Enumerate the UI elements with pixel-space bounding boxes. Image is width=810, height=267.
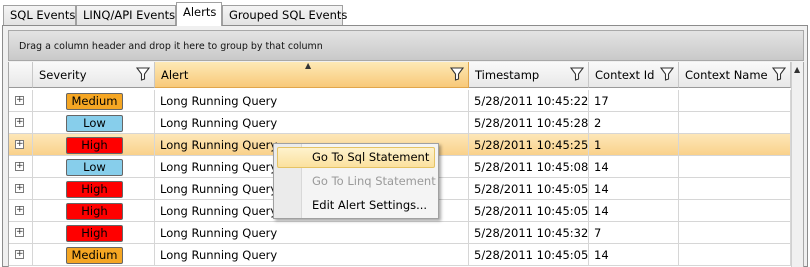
header-severity-label: Severity xyxy=(39,68,87,82)
header-timestamp[interactable]: Timestamp xyxy=(469,62,589,88)
severity-badge: Medium xyxy=(66,247,123,264)
expand-plus-icon[interactable]: + xyxy=(15,140,24,149)
tab-grouped-sql-events[interactable]: Grouped SQL Events xyxy=(222,5,347,25)
tab-strip: SQL Events LINQ/API Events Alerts Groupe… xyxy=(0,0,810,26)
timestamp-cell: 5/28/2011 10:45:28 A xyxy=(469,112,589,134)
filter-icon[interactable] xyxy=(450,67,464,81)
header-expander-column xyxy=(9,62,33,88)
expand-plus-icon[interactable]: + xyxy=(15,228,24,237)
header-context-name[interactable]: Context Name xyxy=(679,62,791,88)
timestamp-cell: 5/28/2011 10:45:05 A xyxy=(469,178,589,200)
menu-item-go-to-sql-statement[interactable]: Go To Sql Statement xyxy=(277,147,435,168)
context-id-cell: 17 xyxy=(589,90,679,112)
vertical-scrollbar[interactable]: ▲ xyxy=(791,62,803,267)
filter-icon[interactable] xyxy=(136,67,150,81)
context-name-cell xyxy=(679,200,791,222)
timestamp-cell: 5/28/2011 10:45:22 A xyxy=(469,90,589,112)
context-id-cell: 14 xyxy=(589,244,679,266)
header-severity[interactable]: Severity xyxy=(33,62,155,88)
header-context-id[interactable]: Context Id xyxy=(589,62,679,88)
severity-badge: Medium xyxy=(66,93,123,110)
context-id-cell: 14 xyxy=(589,200,679,222)
tab-sql-events[interactable]: SQL Events xyxy=(3,5,76,25)
header-alert-label: Alert xyxy=(161,68,189,82)
severity-badge: High xyxy=(66,203,123,220)
group-by-panel[interactable]: Drag a column header and drop it here to… xyxy=(8,30,804,61)
context-name-cell xyxy=(679,222,791,244)
expand-plus-icon[interactable]: + xyxy=(15,118,24,127)
filter-icon[interactable] xyxy=(772,67,786,81)
header-alert[interactable]: ▲ Alert xyxy=(155,62,469,88)
table-row[interactable]: + Low Long Running Query 5/28/2011 10:45… xyxy=(9,112,791,134)
severity-badge: High xyxy=(66,181,123,198)
severity-badge: Low xyxy=(66,159,123,176)
context-id-cell: 2 xyxy=(589,112,679,134)
header-timestamp-label: Timestamp xyxy=(475,68,540,82)
alert-cell: Long Running Query xyxy=(155,112,469,134)
severity-badge: Low xyxy=(66,115,123,132)
timestamp-cell: 5/28/2011 10:45:05 A xyxy=(469,200,589,222)
filter-icon[interactable] xyxy=(660,67,674,81)
alert-cell: Long Running Query xyxy=(155,222,469,244)
context-name-cell xyxy=(679,244,791,266)
context-id-cell: 7 xyxy=(589,222,679,244)
tab-alerts[interactable]: Alerts xyxy=(176,2,222,26)
timestamp-cell: 5/28/2011 10:45:32 A xyxy=(469,222,589,244)
expand-plus-icon[interactable]: + xyxy=(15,250,24,259)
table-row[interactable]: + High Long Running Query 5/28/2011 10:4… xyxy=(9,222,791,244)
expand-plus-icon[interactable]: + xyxy=(15,184,24,193)
context-name-cell xyxy=(679,178,791,200)
menu-item-edit-alert-settings[interactable]: Edit Alert Settings... xyxy=(277,195,435,216)
table-row[interactable]: + Medium Long Running Query 5/28/2011 10… xyxy=(9,244,791,266)
alert-cell: Long Running Query xyxy=(155,90,469,112)
context-name-cell xyxy=(679,156,791,178)
header-context-name-label: Context Name xyxy=(685,68,768,82)
alerts-window: SQL Events LINQ/API Events Alerts Groupe… xyxy=(0,0,810,267)
timestamp-cell: 5/28/2011 10:45:05 A xyxy=(469,244,589,266)
context-id-cell: 14 xyxy=(589,156,679,178)
filter-icon[interactable] xyxy=(570,67,584,81)
expand-plus-icon[interactable]: + xyxy=(15,162,24,171)
context-id-cell: 14 xyxy=(589,178,679,200)
sort-ascending-icon: ▲ xyxy=(305,62,312,70)
context-name-cell xyxy=(679,134,791,156)
context-name-cell xyxy=(679,112,791,134)
alert-cell: Long Running Query xyxy=(155,244,469,266)
expand-plus-icon[interactable]: + xyxy=(15,206,24,215)
context-menu: Go To Sql Statement Go To Linq Statement… xyxy=(273,143,439,219)
severity-badge: High xyxy=(66,137,123,154)
context-name-cell xyxy=(679,90,791,112)
tab-linq-api-events[interactable]: LINQ/API Events xyxy=(76,5,176,25)
menu-item-go-to-linq-statement[interactable]: Go To Linq Statement xyxy=(277,171,436,192)
expand-plus-icon[interactable]: + xyxy=(15,96,24,105)
scroll-up-arrow-icon[interactable]: ▲ xyxy=(794,65,800,74)
timestamp-cell: 5/28/2011 10:45:25 A xyxy=(469,134,589,156)
table-row[interactable]: + Medium Long Running Query 5/28/2011 10… xyxy=(9,90,791,112)
severity-badge: High xyxy=(66,225,123,242)
context-id-cell: 1 xyxy=(589,134,679,156)
timestamp-cell: 5/28/2011 10:45:08 A xyxy=(469,156,589,178)
header-context-id-label: Context Id xyxy=(595,68,655,82)
